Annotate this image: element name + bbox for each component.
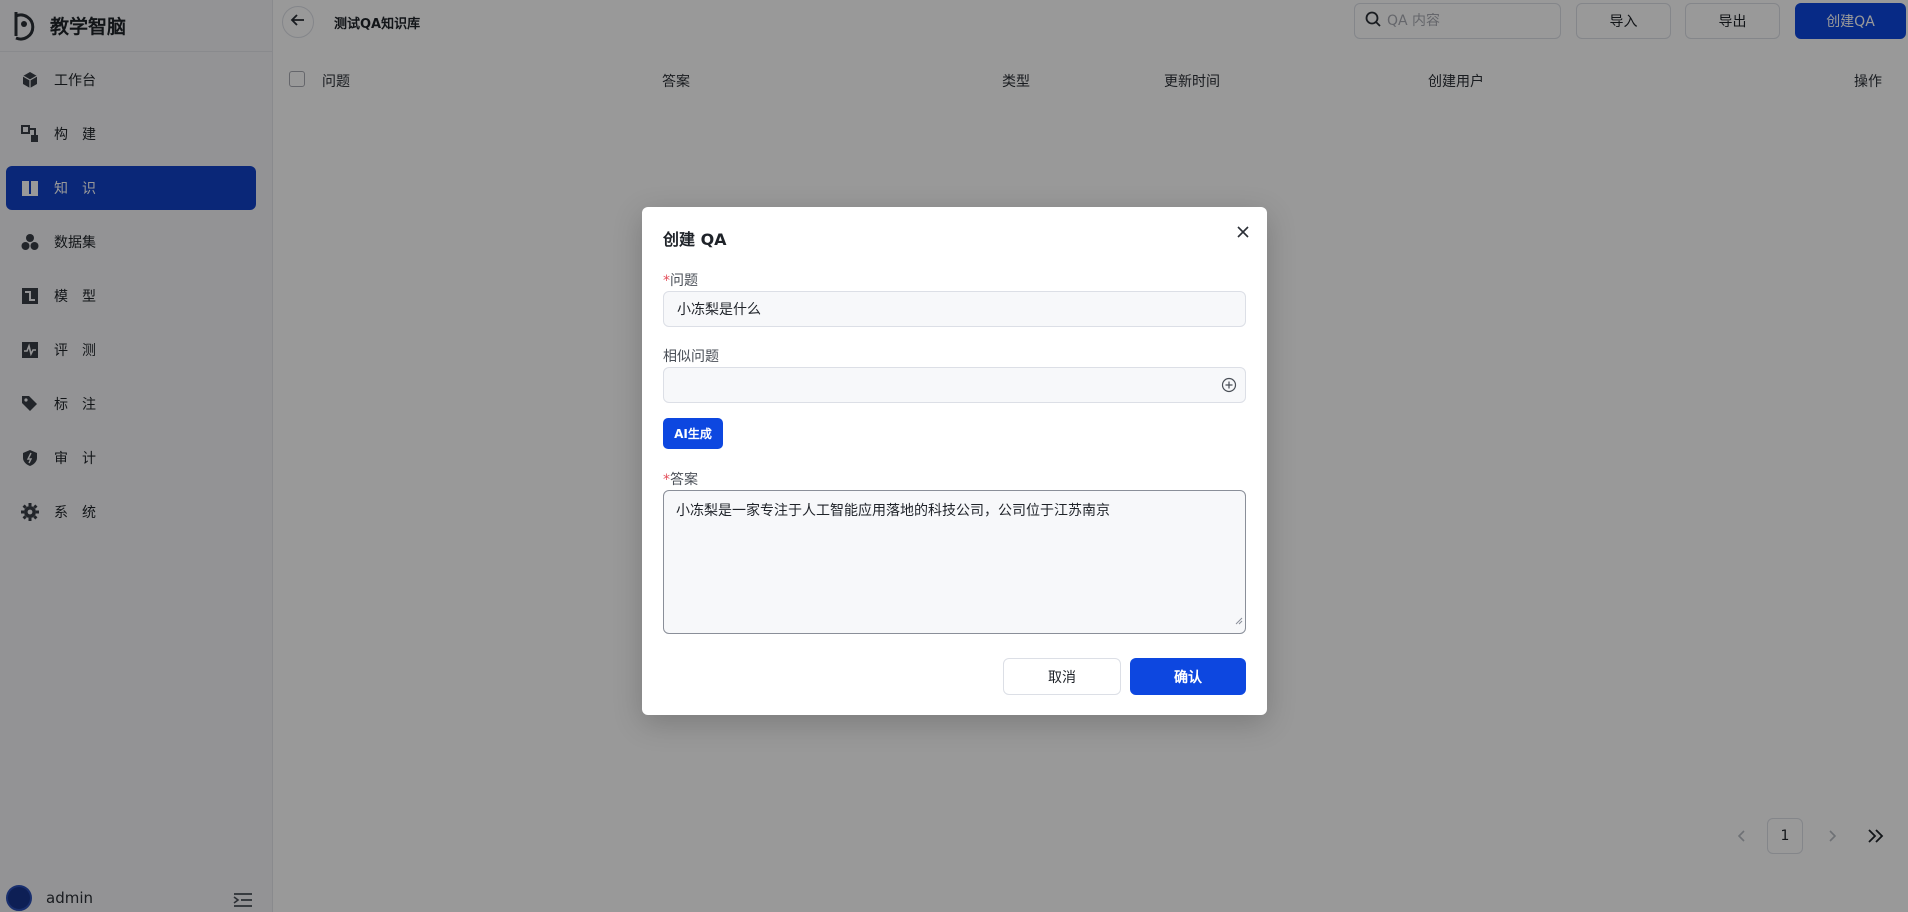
- answer-textarea[interactable]: 小冻梨是一家专注于人工智能应用落地的科技公司，公司位于江苏南京: [663, 490, 1246, 634]
- answer-text: 小冻梨是一家专注于人工智能应用落地的科技公司，公司位于江苏南京: [676, 503, 1110, 519]
- close-icon[interactable]: [1235, 224, 1251, 240]
- required-mark: *: [663, 472, 670, 488]
- similar-question-input[interactable]: [663, 367, 1246, 403]
- cancel-button[interactable]: 取消: [1003, 658, 1121, 695]
- similar-question-label: 相似问题: [663, 349, 719, 365]
- confirm-button[interactable]: 确认: [1130, 658, 1246, 695]
- ai-generate-button[interactable]: AI生成: [663, 418, 723, 449]
- dialog-title: 创建 QA: [663, 230, 727, 249]
- required-mark: *: [663, 273, 670, 289]
- answer-label: *答案: [663, 472, 698, 488]
- add-circle-icon[interactable]: [1221, 377, 1237, 397]
- create-qa-dialog: 创建 QA *问题 小冻梨是什么 相似问题 AI生成 *答案 小冻梨是一家专注于…: [642, 207, 1267, 715]
- resize-handle-icon[interactable]: [1235, 611, 1243, 631]
- question-label: *问题: [663, 273, 698, 289]
- question-input[interactable]: 小冻梨是什么: [663, 291, 1246, 327]
